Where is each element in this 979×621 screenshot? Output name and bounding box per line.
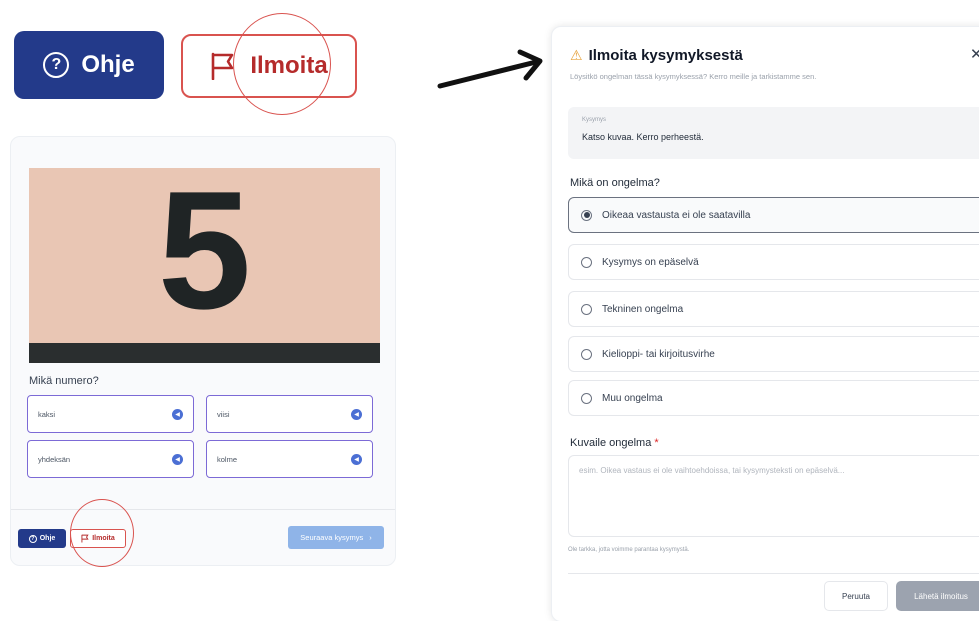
required-mark: * — [654, 437, 659, 449]
answer-option[interactable]: viisi ◀ — [206, 395, 373, 433]
dialog-title: ⚠ Ilmoita kysymyksestä — [570, 47, 743, 64]
help-button-label: Ohje — [39, 535, 56, 542]
quiz-card: 5 Mikä numero? kaksi ◀ viisi ◀ yhdeksän … — [10, 136, 396, 567]
close-icon[interactable]: ✕ — [970, 45, 979, 63]
question-circle-icon: ? — [28, 534, 37, 543]
answer-label: viisi — [217, 409, 230, 419]
image-digit: 5 — [157, 168, 252, 344]
report-dialog: ⚠ Ilmoita kysymyksestä ✕ Löysitkö ongelm… — [551, 26, 979, 621]
help-button-zoomed[interactable]: ? Ohje — [14, 31, 164, 99]
next-question-button[interactable]: Seuraava kysymys › — [288, 526, 384, 549]
next-button-label: Seuraava kysymys — [300, 533, 364, 542]
speaker-icon[interactable]: ◀ — [351, 408, 362, 420]
question-image: 5 — [29, 168, 380, 363]
dialog-subtitle: Löysitkö ongelman tässä kysymyksessä? Ke… — [570, 72, 817, 81]
question-preview: Kysymys Katso kuvaa. Kerro perheestä. — [568, 107, 979, 159]
flag-icon — [81, 534, 89, 543]
problem-option[interactable]: Kysymys on epäselvä — [568, 244, 979, 280]
cancel-button[interactable]: Peruuta — [824, 581, 888, 611]
problem-option-label: Kielioppi- tai kirjoitusvirhe — [602, 348, 715, 360]
report-button-label: Ilmoita — [250, 52, 328, 79]
answer-option[interactable]: kolme ◀ — [206, 440, 373, 478]
submit-report-button[interactable]: Lähetä ilmoitus — [896, 581, 979, 611]
problem-option[interactable]: Kielioppi- tai kirjoitusvirhe — [568, 336, 979, 372]
report-button-zoomed[interactable]: Ilmoita — [181, 34, 357, 98]
problem-type-label: Mikä on ongelma? — [570, 177, 660, 189]
radio-button[interactable] — [581, 392, 592, 404]
help-button-label: Ohje — [81, 51, 135, 78]
question-preview-label: Kysymys — [582, 117, 606, 123]
speaker-icon[interactable]: ◀ — [172, 453, 183, 465]
problem-option[interactable]: Tekninen ongelma — [568, 291, 979, 327]
answer-label: kaksi — [38, 409, 56, 419]
chevron-right-icon: › — [369, 533, 372, 542]
description-input[interactable] — [568, 455, 979, 537]
description-helper-text: Ole tarkka, jotta voimme parantaa kysymy… — [568, 547, 690, 553]
answer-option[interactable]: kaksi ◀ — [27, 395, 194, 433]
question-preview-text: Katso kuvaa. Kerro perheestä. — [582, 132, 704, 142]
speaker-icon[interactable]: ◀ — [351, 453, 362, 465]
answer-option[interactable]: yhdeksän ◀ — [27, 440, 194, 478]
problem-option-label: Oikeaa vastausta ei ole saatavilla — [602, 209, 751, 221]
radio-button[interactable] — [581, 209, 592, 221]
flag-icon — [212, 52, 234, 80]
radio-button[interactable] — [581, 256, 592, 268]
speaker-icon[interactable]: ◀ — [172, 408, 183, 420]
report-button[interactable]: Ilmoita — [70, 529, 126, 548]
answer-label: yhdeksän — [38, 454, 71, 464]
problem-option-label: Kysymys on epäselvä — [602, 256, 699, 268]
help-button[interactable]: ? Ohje — [18, 529, 66, 548]
radio-button[interactable] — [581, 303, 592, 315]
warning-icon: ⚠ — [570, 47, 583, 63]
description-label: Kuvaile ongelma * — [570, 437, 659, 449]
arrow-icon — [437, 49, 543, 89]
dialog-title-text: Ilmoita kysymyksestä — [588, 47, 743, 64]
question-text: Mikä numero? — [29, 375, 99, 387]
question-circle-icon: ? — [43, 52, 70, 78]
problem-option-label: Tekninen ongelma — [602, 303, 684, 315]
problem-option-label: Muu ongelma — [602, 392, 663, 404]
problem-option[interactable]: Muu ongelma — [568, 380, 979, 416]
report-button-label: Ilmoita — [92, 535, 115, 542]
radio-button[interactable] — [581, 348, 592, 360]
answer-label: kolme — [217, 454, 238, 464]
problem-option[interactable]: Oikeaa vastausta ei ole saatavilla — [568, 197, 979, 233]
